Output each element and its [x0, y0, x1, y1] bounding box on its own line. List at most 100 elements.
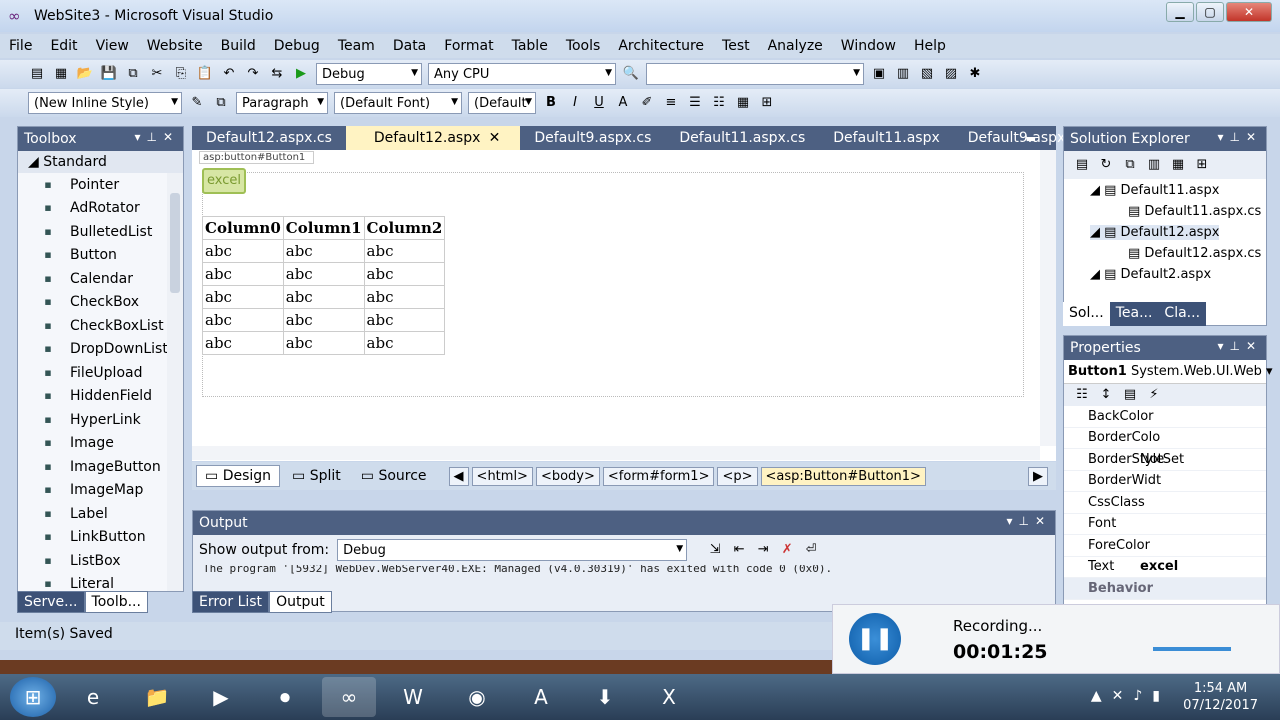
- visual-studio-taskbar-icon[interactable]: ∞: [322, 677, 376, 717]
- property-row[interactable]: BackColor: [1064, 406, 1266, 428]
- bold-icon[interactable]: B: [542, 94, 560, 112]
- menu-view[interactable]: View: [87, 38, 138, 54]
- toolbox-item-button[interactable]: ▪ Button: [18, 244, 183, 268]
- italic-icon[interactable]: I: [566, 94, 584, 112]
- save-all-icon[interactable]: ⧉: [124, 65, 142, 83]
- toolbox-section-standard[interactable]: ◢ Standard: [18, 151, 183, 173]
- output-source-select[interactable]: Debug ▼: [337, 539, 688, 561]
- nest-files-icon[interactable]: ⧉: [1121, 156, 1139, 174]
- toolbox-item-adrotator[interactable]: ▪ AdRotator: [18, 197, 183, 221]
- property-row[interactable]: BorderWidt: [1064, 471, 1266, 492]
- toolbox-item-hyperlink[interactable]: ▪ HyperLink: [18, 408, 183, 432]
- font-name-select[interactable]: (Default Font) ▼: [334, 92, 462, 114]
- font-color-icon[interactable]: A: [614, 94, 632, 112]
- table-cell[interactable]: abc: [202, 331, 284, 355]
- view-designer-icon[interactable]: ▦: [1169, 156, 1187, 174]
- design-table[interactable]: Column0 Column1 Column2 abc abc abc abc abc a…: [202, 216, 446, 355]
- table-cell[interactable]: abc: [202, 239, 284, 263]
- acrobat-icon[interactable]: A: [514, 677, 568, 717]
- design-surface[interactable]: asp:button#Button1 excel Column0 Column1…: [192, 150, 1056, 461]
- table-cell[interactable]: abc: [363, 331, 446, 355]
- menu-test[interactable]: Test: [713, 38, 759, 54]
- refresh-icon[interactable]: ↻: [1097, 156, 1115, 174]
- open-file-icon[interactable]: 📂: [76, 65, 94, 83]
- object-browser-icon[interactable]: ▧: [918, 65, 936, 83]
- close-button[interactable]: ✕: [1226, 2, 1272, 22]
- menu-debug[interactable]: Debug: [265, 38, 329, 54]
- split-view-tab[interactable]: ▭ Split: [284, 466, 349, 486]
- output-text[interactable]: The program '[5932] WebDev.WebServer40.E…: [203, 565, 1033, 577]
- table-cell[interactable]: abc: [202, 285, 284, 309]
- menu-table[interactable]: Table: [503, 38, 557, 54]
- table-cell[interactable]: abc: [363, 308, 446, 332]
- table-row[interactable]: abc abc abc: [202, 331, 446, 355]
- tree-item[interactable]: ▤ Default12.aspx.cs: [1128, 246, 1261, 261]
- menu-architecture[interactable]: Architecture: [609, 38, 713, 54]
- style-application-icon[interactable]: ✎: [188, 94, 206, 112]
- tab-default12-aspx[interactable]: Default12.aspx ✕: [345, 126, 521, 150]
- toolbox-item-hiddenfield[interactable]: ▪ HiddenField: [18, 385, 183, 409]
- crumb-body[interactable]: <body>: [535, 466, 600, 486]
- toolbox-item-label[interactable]: ▪ Label: [18, 502, 183, 526]
- tab-list-menu-icon[interactable]: ▬: [1012, 132, 1050, 145]
- navigate-icon[interactable]: ⇆: [268, 65, 286, 83]
- properties-panel-controls[interactable]: ▾⊥✕: [1217, 339, 1262, 353]
- class-view-tab[interactable]: Cla...: [1158, 302, 1207, 326]
- volume-bar[interactable]: [1153, 647, 1231, 651]
- excel-button[interactable]: excel: [202, 168, 246, 194]
- property-row[interactable]: Text excel: [1064, 557, 1266, 578]
- toolbox-tab[interactable]: Toolb...: [84, 591, 148, 613]
- events-icon[interactable]: ⚡: [1145, 386, 1163, 404]
- property-row[interactable]: BorderColo: [1064, 428, 1266, 449]
- menu-edit[interactable]: Edit: [41, 38, 86, 54]
- add-item-icon[interactable]: ▦: [52, 65, 70, 83]
- minimize-button[interactable]: ▁: [1166, 2, 1194, 22]
- property-value[interactable]: NotSet: [1140, 452, 1230, 467]
- tree-item[interactable]: ◢ ▤ Default2.aspx: [1090, 267, 1211, 282]
- table-cell[interactable]: abc: [202, 262, 284, 286]
- menu-data[interactable]: Data: [384, 38, 435, 54]
- source-view-tab[interactable]: ▭ Source: [353, 466, 435, 486]
- tree-item[interactable]: ▤ Default11.aspx.cs: [1128, 204, 1261, 219]
- property-row[interactable]: Behavior: [1064, 578, 1266, 600]
- align-icon[interactable]: ≡: [662, 94, 680, 112]
- table-row[interactable]: abc abc abc: [202, 308, 446, 332]
- property-row[interactable]: ForeColor: [1064, 535, 1266, 557]
- menu-build[interactable]: Build: [212, 38, 265, 54]
- platform-select[interactable]: Any CPU ▼: [428, 63, 616, 85]
- table-cell[interactable]: abc: [363, 285, 446, 309]
- internet-explorer-icon[interactable]: e: [66, 677, 120, 717]
- object-selector[interactable]: Button1 System.Web.UI.Web ▾: [1064, 360, 1273, 384]
- table-cell[interactable]: abc: [363, 239, 446, 263]
- download-manager-icon[interactable]: ⬇: [578, 677, 632, 717]
- word-wrap-icon[interactable]: ⏎: [802, 541, 820, 559]
- table-row[interactable]: abc abc abc: [202, 262, 446, 286]
- recorder-app-icon[interactable]: ⏺: [258, 677, 312, 717]
- insert-table-icon[interactable]: ▦: [734, 94, 752, 112]
- view-code-icon[interactable]: ▥: [1145, 156, 1163, 174]
- close-tab-icon[interactable]: ✕: [475, 126, 515, 150]
- property-row[interactable]: BorderStyle NotSet: [1064, 449, 1266, 471]
- property-row[interactable]: Font: [1064, 514, 1266, 535]
- toolbox-item-linkbutton[interactable]: ▪ LinkButton: [18, 526, 183, 550]
- crumb-html[interactable]: <html>: [471, 466, 533, 486]
- menu-file[interactable]: File: [0, 38, 41, 54]
- toolbox-scrollbar[interactable]: [167, 173, 183, 591]
- table-row[interactable]: abc abc abc: [202, 285, 446, 309]
- table-cell[interactable]: abc: [363, 262, 446, 286]
- cut-icon[interactable]: ✂: [148, 65, 166, 83]
- new-project-icon[interactable]: ▤: [28, 65, 46, 83]
- clear-all-icon[interactable]: ✗: [778, 541, 796, 559]
- categorized-icon[interactable]: ☷: [1073, 386, 1091, 404]
- toolbox-item-listbox[interactable]: ▪ ListBox: [18, 549, 183, 573]
- maximize-button[interactable]: ▢: [1196, 2, 1224, 22]
- property-value[interactable]: excel: [1140, 559, 1230, 574]
- solution-explorer-tab[interactable]: Sol...: [1063, 302, 1110, 326]
- word-icon[interactable]: W: [386, 677, 440, 717]
- start-debugging-icon[interactable]: ▶: [292, 65, 310, 83]
- crumb-button[interactable]: <asp:Button#Button1>: [760, 466, 926, 486]
- error-list-tab[interactable]: Error List: [192, 591, 270, 613]
- toolbox-item-checkbox[interactable]: ▪ CheckBox: [18, 291, 183, 315]
- tab-default12-aspx-cs[interactable]: Default12.aspx.cs: [192, 130, 346, 146]
- menu-analyze[interactable]: Analyze: [759, 38, 832, 54]
